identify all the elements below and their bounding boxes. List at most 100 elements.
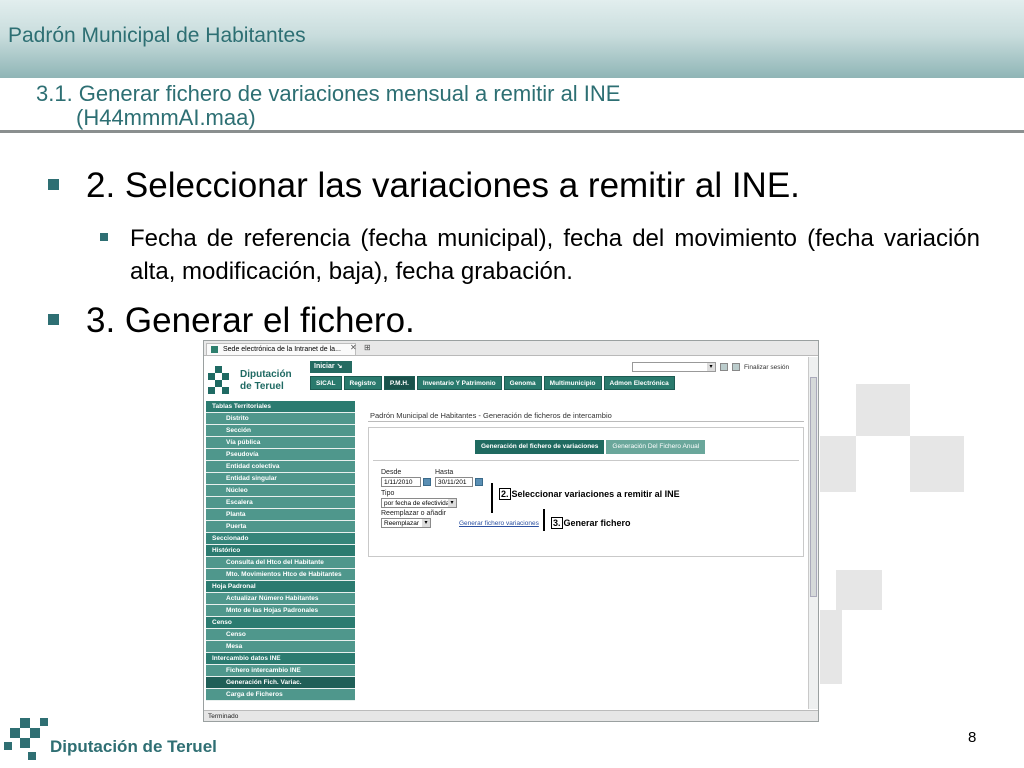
title-divider — [368, 421, 804, 422]
sidebar-section[interactable]: Censo — [206, 617, 355, 629]
decor-square — [856, 384, 910, 436]
sidebar-menu: Tablas Territoriales Distrito Sección Vía p… — [206, 401, 355, 709]
reemplazar-select-value: Reemplazar — [384, 520, 420, 527]
nav-multimunicipio[interactable]: Multimunicipio — [543, 376, 602, 390]
sidebar-item[interactable]: Puerta — [206, 521, 355, 533]
generar-fichero-link[interactable]: Generar fichero variaciones — [459, 520, 539, 527]
tipo-select[interactable]: por fecha de efectividad ▾ — [381, 498, 457, 508]
chevron-down-icon: ▾ — [422, 519, 430, 527]
sidebar-item[interactable]: Mesa — [206, 641, 355, 653]
sidebar-item[interactable]: Núcleo — [206, 485, 355, 497]
tab-fichero-anual[interactable]: Generación Del Fichero Anual — [606, 440, 706, 454]
section-title-line1: 3.1. Generar fichero de variaciones mens… — [36, 81, 621, 106]
step2-bracket — [491, 483, 493, 513]
nav-inventario[interactable]: Inventario Y Patrimonio — [416, 376, 502, 390]
scrollbar-thumb[interactable] — [810, 377, 817, 597]
app-title: Padrón Municipal de Habitantes — [8, 24, 306, 47]
nav-sical[interactable]: SICAL — [310, 376, 342, 390]
sidebar-item[interactable]: Fichero intercambio INE — [206, 665, 355, 677]
desde-label: Desde — [381, 469, 402, 476]
step2-annotation: 2. Seleccionar variaciones a remitir al I… — [499, 488, 680, 500]
desde-input[interactable]: 1/11/2010 — [381, 477, 421, 487]
sidebar-item[interactable]: Sección — [206, 425, 355, 437]
sidebar-item[interactable]: Distrito — [206, 413, 355, 425]
decor-square — [820, 436, 856, 492]
favicon-icon — [211, 346, 218, 353]
close-tab-icon[interactable]: ✕ — [350, 343, 357, 352]
chevron-down-icon: ▾ — [707, 363, 715, 371]
top-nav: SICAL Registro P.M.H. Inventario Y Patri… — [310, 376, 675, 390]
tab-fichero-variaciones[interactable]: Generación del fichero de variaciones — [475, 440, 605, 454]
nav-genoma[interactable]: Genoma — [503, 376, 542, 390]
bullet-marker — [48, 179, 59, 190]
logo-line1: Diputación — [240, 369, 292, 380]
hasta-label: Hasta — [435, 469, 454, 476]
bullet-text: 3. Generar el fichero. — [86, 301, 415, 340]
sidebar-item[interactable]: Consulta del Htco del Habitante — [206, 557, 355, 569]
decor-square — [910, 436, 964, 492]
chevron-down-icon: ▾ — [448, 499, 456, 507]
site-banner: Diputación de Teruel Iniciar ↘ SICAL Reg… — [204, 357, 806, 401]
sidebar-item[interactable]: Escalera — [206, 497, 355, 509]
entity-select[interactable]: ▾ — [632, 362, 716, 372]
sidebar-item[interactable]: Mto. Movimientos Htco de Habitantes — [206, 569, 355, 581]
logout-link[interactable]: Finalizar sesión — [744, 364, 789, 371]
panel-tabs: Generación del fichero de variaciones Ge… — [475, 440, 706, 454]
page-number: 8 — [968, 729, 977, 746]
decor-square — [820, 610, 842, 684]
calendar-icon[interactable] — [423, 478, 431, 486]
nav-admon-electronica[interactable]: Admon Electrónica — [603, 376, 675, 390]
vertical-scrollbar[interactable] — [808, 357, 818, 709]
page-title: Padrón Municipal de Habitantes - Generac… — [370, 411, 612, 420]
new-tab-icon[interactable]: ⊞ — [364, 343, 371, 352]
footer-name: Diputación de Teruel — [50, 737, 217, 756]
info-icon[interactable] — [732, 363, 740, 371]
nav-pmh[interactable]: P.M.H. — [383, 376, 415, 390]
main-content: Padrón Municipal de Habitantes - Generac… — [362, 401, 808, 709]
browser-screenshot: Sede electrónica de la Intranet de la...… — [203, 340, 819, 722]
sidebar-section[interactable]: Intercambio datos INE — [206, 653, 355, 665]
help-icon[interactable] — [720, 363, 728, 371]
sidebar-item[interactable]: Seccionado — [206, 533, 355, 545]
sidebar-item[interactable]: Entidad singular — [206, 473, 355, 485]
browser-status-bar: Terminado — [204, 710, 818, 721]
sidebar-section[interactable]: Hoja Padronal — [206, 581, 355, 593]
sidebar-item[interactable]: Mnto de las Hojas Padronales — [206, 605, 355, 617]
status-text: Terminado — [208, 713, 239, 720]
tipo-label: Tipo — [381, 490, 395, 497]
decor-square — [836, 570, 882, 610]
bullet-marker — [48, 314, 59, 325]
sidebar-section[interactable]: Histórico — [206, 545, 355, 557]
sidebar-item[interactable]: Planta — [206, 509, 355, 521]
diputacion-logo[interactable]: Diputación de Teruel — [208, 363, 300, 397]
reemplazar-label: Reemplazar o añadir — [381, 510, 446, 517]
section-title-line2: (H44mmmAI.maa) — [76, 105, 256, 130]
sidebar-item[interactable]: Vía pública — [206, 437, 355, 449]
hasta-input[interactable]: 30/11/201 — [435, 477, 473, 487]
section-title: 3.1. Generar fichero de variaciones mens… — [36, 82, 996, 130]
browser-tab-title: Sede electrónica de la Intranet de la... — [223, 346, 341, 353]
tipo-select-value: por fecha de efectividad — [384, 500, 454, 507]
nav-registro[interactable]: Registro — [343, 376, 382, 390]
sidebar-item[interactable]: Censo — [206, 629, 355, 641]
step3-bracket — [543, 509, 545, 531]
sidebar-item[interactable]: Actualizar Número Habitantes — [206, 593, 355, 605]
sidebar-section[interactable]: Tablas Territoriales — [206, 401, 355, 413]
browser-tab[interactable]: Sede electrónica de la Intranet de la... — [206, 343, 356, 355]
bullet-text: 2. Seleccionar las variaciones a remitir… — [86, 166, 800, 205]
bullet-marker — [100, 233, 108, 241]
browser-tab-bar: Sede electrónica de la Intranet de la...… — [204, 341, 818, 356]
sidebar-item[interactable]: Generación Fich. Variac. — [206, 677, 355, 689]
header-divider — [0, 130, 1024, 133]
sub-bullet-text: Fecha de referencia (fecha municipal), f… — [130, 225, 980, 285]
calendar-icon[interactable] — [475, 478, 483, 486]
sidebar-item[interactable]: Carga de Ficheros — [206, 689, 355, 701]
reemplazar-select[interactable]: Reemplazar ▾ — [381, 518, 431, 528]
iniciar-button[interactable]: Iniciar ↘ — [310, 361, 352, 373]
sidebar-item[interactable]: Pseudovía — [206, 449, 355, 461]
step3-annotation: 3. Generar fichero — [551, 517, 631, 529]
sidebar-item[interactable]: Entidad colectiva — [206, 461, 355, 473]
variations-form: Desde 1/11/2010 Hasta 30/11/201 Tipo por… — [373, 460, 799, 548]
top-right-controls: ▾ Finalizar sesión — [632, 361, 789, 373]
slide-header: Padrón Municipal de Habitantes — [0, 0, 1024, 78]
